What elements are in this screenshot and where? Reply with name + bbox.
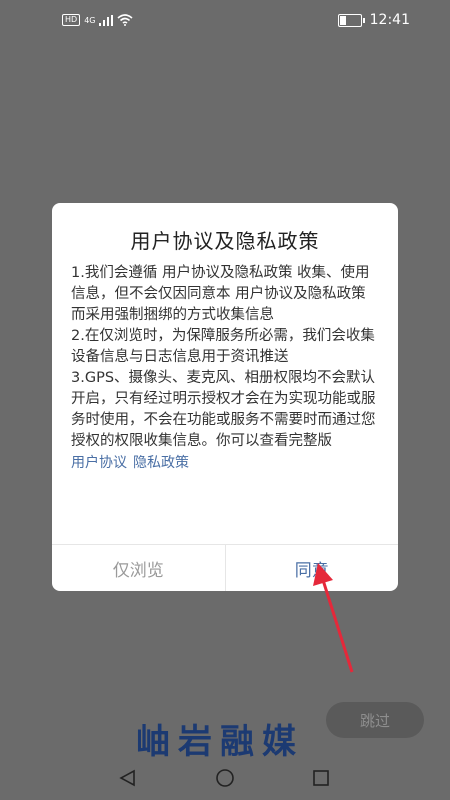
policy-paragraph-1: 1.我们会遵循 用户协议及隐私政策 收集、使用信息，但不会仅因同意本 用户协议及… [71,265,370,323]
privacy-dialog: 用户协议及隐私政策 1.我们会遵循 用户协议及隐私政策 收集、使用信息，但不会仅… [52,203,398,591]
status-bar: HD 4G 12:41 [0,0,450,44]
back-icon[interactable] [118,768,138,788]
navigation-bar [0,758,450,800]
status-left: HD 4G [62,14,134,26]
policy-paragraph-2: 2.在仅浏览时，为保障服务所必需，我们会收集设备信息与日志信息用于资讯推送 [71,328,375,365]
dialog-button-row: 仅浏览 同意 [52,544,398,591]
battery-icon [337,13,365,27]
clock: 12:41 [369,12,410,28]
wifi-icon [117,14,134,26]
agree-button[interactable]: 同意 [226,545,399,591]
app-logo: 岫岩融媒 [136,722,304,762]
dialog-body: 1.我们会遵循 用户协议及隐私政策 收集、使用信息，但不会仅因同意本 用户协议及… [71,263,381,474]
recents-icon[interactable] [311,768,331,788]
policy-links: 用户协议 隐私政策 [71,453,381,474]
home-icon[interactable] [215,768,235,788]
signal-icon [99,14,114,26]
status-right: 12:41 [337,12,410,28]
user-agreement-link[interactable]: 用户协议 [71,455,127,471]
dialog-title: 用户协议及隐私政策 [130,229,320,253]
hd-badge: HD [62,14,81,26]
network-type: 4G [84,15,96,25]
privacy-policy-link[interactable]: 隐私政策 [133,455,189,471]
policy-paragraph-3: 3.GPS、摄像头、麦克风、相册权限均不会默认开启，只有经过明示授权才会在为实现… [71,370,376,449]
browse-only-button[interactable]: 仅浏览 [52,545,226,591]
skip-button[interactable]: 跳过 [326,702,424,738]
battery-fill [339,15,346,25]
